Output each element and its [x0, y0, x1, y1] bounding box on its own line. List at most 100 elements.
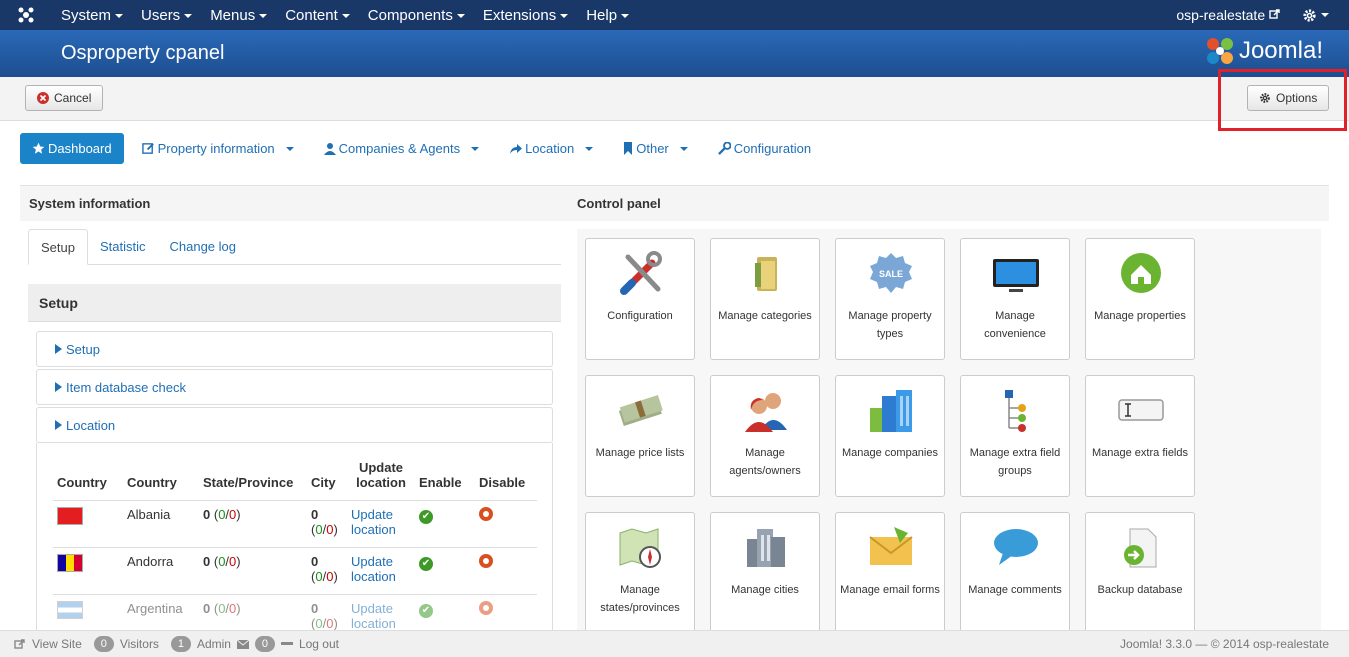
system-info-tabs: Setup Statistic Change log — [28, 229, 561, 265]
wrench-icon — [717, 142, 731, 155]
accordion-item-database-check[interactable]: Item database check — [36, 369, 553, 405]
sale-badge-icon: SALE — [870, 253, 912, 293]
column-header: Enable — [415, 457, 475, 501]
money-icon — [618, 395, 663, 427]
tile-manage-extra-field-groups[interactable]: Manage extra field groups — [960, 375, 1070, 497]
view-site-link[interactable]: View Site — [32, 637, 82, 651]
topbar-right: osp-realestate — [1176, 7, 1349, 23]
menu-users[interactable]: Users — [132, 7, 201, 24]
star-icon — [32, 142, 45, 154]
component-subnav: Dashboard Property information Companies… — [20, 133, 823, 164]
visitors-label: Visitors — [119, 637, 159, 651]
update-location-link[interactable]: Update location — [351, 601, 396, 631]
speech-bubble-icon — [994, 529, 1038, 565]
envelope-icon — [236, 639, 249, 649]
text-field-icon — [1118, 399, 1164, 421]
control-panel-grid: Configuration Manage categories SALE Man… — [577, 229, 1321, 639]
bookmark-icon — [624, 142, 633, 155]
caret-down-icon — [456, 13, 465, 18]
menu-menus[interactable]: Menus — [201, 7, 276, 24]
tab-setup[interactable]: Setup — [28, 229, 88, 265]
admin-count-badge: 1 — [170, 636, 191, 652]
update-location-link[interactable]: Update location — [351, 507, 396, 537]
menu-help[interactable]: Help — [577, 7, 638, 24]
external-link-icon — [14, 638, 25, 649]
tile-manage-email-forms[interactable]: Manage email forms — [835, 512, 945, 634]
site-link[interactable]: osp-realestate — [1176, 7, 1280, 23]
tile-configuration[interactable]: Configuration — [585, 238, 695, 360]
joomla-logo-icon[interactable] — [0, 6, 52, 24]
table-row: Andorra 0 (0/0) 0 (0/0) Update location ✔ — [53, 547, 537, 595]
page-header: Osproperty cpanel Joomla! — [0, 30, 1349, 77]
top-navbar: System Users Menus Content Components Ex… — [0, 0, 1349, 30]
disable-icon[interactable] — [479, 601, 493, 615]
triangle-right-icon — [55, 344, 62, 354]
tile-manage-states-provinces[interactable]: Manage states/provinces — [585, 512, 695, 634]
country-name: Andorra — [123, 547, 199, 595]
flag-andorra-icon — [57, 554, 83, 572]
disable-icon[interactable] — [479, 554, 493, 568]
flag-argentina-icon — [57, 601, 83, 619]
update-location-link[interactable]: Update location — [351, 554, 396, 584]
flag-albania-icon — [57, 507, 83, 525]
user-icon — [323, 143, 336, 155]
nav-companies-agents[interactable]: Companies & Agents — [312, 133, 491, 164]
city-count: 0 (0/0) — [307, 547, 347, 595]
copyright-text: Joomla! 3.3.0 — © 2014 osp-realestate — [1120, 637, 1329, 651]
settings-menu[interactable] — [1302, 8, 1329, 23]
menu-content[interactable]: Content — [276, 7, 359, 24]
minus-icon — [280, 642, 293, 645]
tab-statistic[interactable]: Statistic — [88, 229, 158, 264]
nav-configuration[interactable]: Configuration — [706, 133, 823, 164]
svg-text:SALE: SALE — [879, 269, 903, 279]
enable-check-icon[interactable]: ✔ — [419, 557, 433, 571]
enable-check-icon[interactable]: ✔ — [419, 510, 433, 524]
control-panel-heading: Control panel — [568, 185, 1329, 221]
tile-manage-cities[interactable]: Manage cities — [710, 512, 820, 634]
menu-system[interactable]: System — [52, 7, 132, 24]
main-menu: System Users Menus Content Components Ex… — [52, 0, 638, 30]
logout-link[interactable]: Log out — [299, 637, 339, 651]
tile-manage-companies[interactable]: Manage companies — [835, 375, 945, 497]
setup-section-title: Setup — [28, 284, 561, 322]
tile-manage-extra-fields[interactable]: Manage extra fields — [1085, 375, 1195, 497]
nav-dashboard[interactable]: Dashboard — [20, 133, 124, 164]
caret-down-icon — [621, 13, 630, 18]
location-table: Country Country State/Province City Upda… — [53, 457, 537, 633]
tile-manage-agents-owners[interactable]: Manage agents/owners — [710, 375, 820, 497]
cancel-button[interactable]: Cancel — [25, 85, 104, 111]
page-title: Osproperty cpanel — [61, 42, 225, 64]
nav-location[interactable]: Location — [497, 133, 605, 164]
accordion-setup[interactable]: Setup — [36, 331, 553, 367]
tile-manage-comments[interactable]: Manage comments — [960, 512, 1070, 634]
menu-extensions[interactable]: Extensions — [474, 7, 577, 24]
tile-manage-categories[interactable]: Manage categories — [710, 238, 820, 360]
tile-backup-database[interactable]: Backup database — [1085, 512, 1195, 634]
table-header-row: Country Country State/Province City Upda… — [53, 457, 537, 501]
tile-manage-convenience[interactable]: Manage convenience — [960, 238, 1070, 360]
caret-down-icon — [560, 13, 569, 18]
column-header: Country — [53, 457, 123, 501]
tile-manage-price-lists[interactable]: Manage price lists — [585, 375, 695, 497]
caret-down-icon — [341, 13, 350, 18]
nav-other[interactable]: Other — [611, 133, 700, 164]
enable-check-icon[interactable]: ✔ — [419, 604, 433, 618]
visitors-count-badge: 0 — [93, 636, 114, 652]
tile-manage-property-types[interactable]: SALE Manage property types — [835, 238, 945, 360]
toolbar: Cancel Options — [0, 77, 1349, 121]
caret-down-icon — [585, 146, 594, 151]
menu-components[interactable]: Components — [359, 7, 474, 24]
state-count: 0 (0/0) — [199, 500, 307, 548]
messages-count-badge[interactable]: 0 — [254, 636, 275, 652]
map-compass-icon — [619, 528, 661, 568]
country-name: Argentina — [123, 594, 199, 633]
tile-manage-properties[interactable]: Manage properties — [1085, 238, 1195, 360]
nav-property-information[interactable]: Property information — [130, 133, 306, 164]
country-name: Albania — [123, 500, 199, 548]
tab-change-log[interactable]: Change log — [158, 229, 249, 264]
caret-down-icon — [679, 146, 688, 151]
accordion-location[interactable]: Location — [36, 407, 553, 443]
table-row: Argentina 0 (0/0) 0 (0/0) Update location… — [53, 594, 537, 633]
disable-icon[interactable] — [479, 507, 493, 521]
city-icon — [747, 529, 785, 567]
